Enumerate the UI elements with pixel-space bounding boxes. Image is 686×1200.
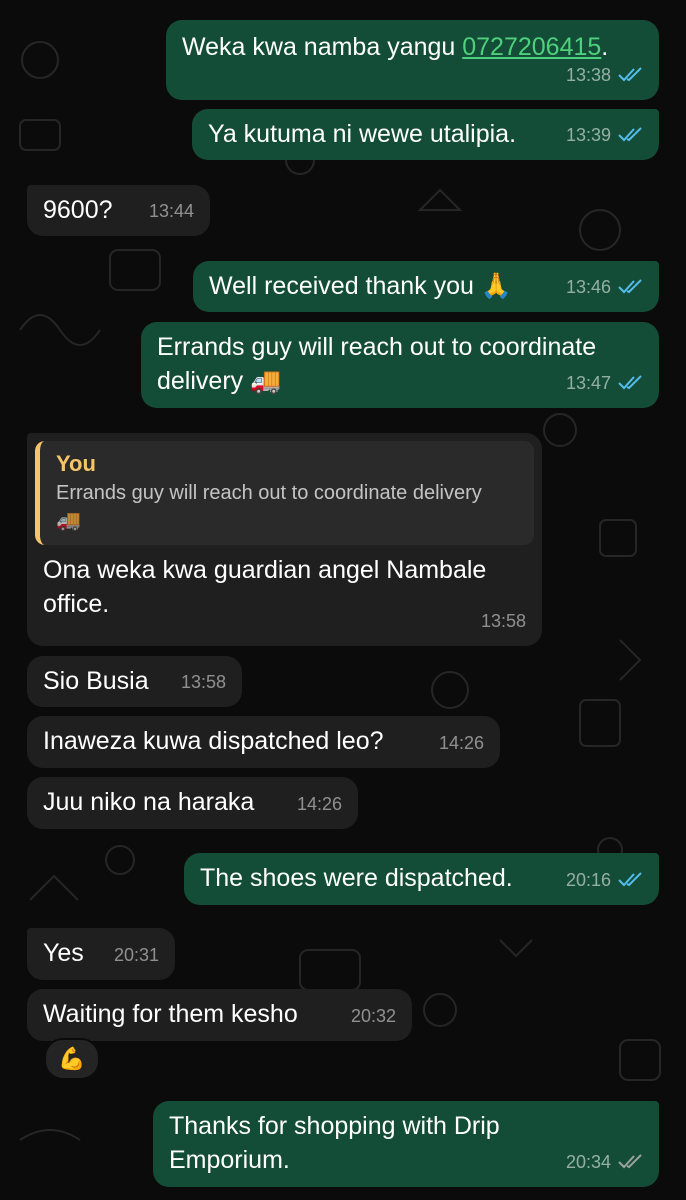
timestamp: 14:26 [296, 794, 342, 814]
message-text: Weka kwa namba yangu 0727206415. [182, 33, 609, 61]
message-incoming[interactable]: 9600? 13:44 [27, 185, 210, 236]
message-incoming[interactable]: Sio Busia 13:58 [27, 656, 242, 707]
message-text-line: Thanks for shopping with Drip [169, 1112, 500, 1140]
read-double-check-icon [618, 375, 642, 390]
message-meta: 13:44 [149, 194, 194, 228]
timestamp: 13:46 [565, 277, 611, 297]
timestamp: 13:47 [565, 373, 611, 393]
message-text: 9600? [43, 196, 113, 224]
timestamp: 13:39 [565, 125, 611, 145]
delivered-double-check-icon [618, 1154, 642, 1169]
message-meta: 20:16 [566, 863, 643, 897]
message-meta: 13:38 [566, 58, 643, 92]
message-meta: 13:46 [566, 270, 643, 304]
message-text-line: office. [43, 590, 110, 618]
read-double-check-icon [618, 127, 642, 142]
read-double-check-icon [618, 279, 642, 294]
message-text: Ya kutuma ni wewe utalipia. [208, 120, 517, 148]
message-text: Inaweza kuwa dispatched leo? [43, 727, 384, 755]
quote-author: You [56, 451, 96, 476]
message-text: The shoes were dispatched. [200, 864, 513, 892]
message-outgoing[interactable]: The shoes were dispatched. 20:16 [184, 853, 659, 905]
message-meta: 13:47 [566, 366, 643, 400]
message-outgoing[interactable]: Well received thank you 🙏 13:46 [193, 261, 659, 312]
message-text: Well received thank you 🙏 [209, 272, 513, 300]
message-incoming[interactable]: Inaweza kuwa dispatched leo? 14:26 [27, 716, 500, 768]
message-text-line: Ona weka kwa guardian angel Nambale [43, 556, 487, 584]
read-double-check-icon [618, 872, 642, 887]
message-meta: 20:31 [114, 938, 159, 972]
message-incoming[interactable]: Juu niko na haraka 14:26 [27, 777, 358, 829]
quote-text: Errands guy will reach out to coordinate… [56, 482, 482, 504]
timestamp: 20:16 [565, 870, 611, 890]
timestamp: 13:44 [148, 201, 194, 221]
message-meta: 13:58 [481, 604, 526, 638]
message-meta: 14:26 [439, 726, 484, 760]
timestamp: 13:58 [180, 672, 226, 692]
message-meta: 13:39 [566, 118, 643, 152]
reaction-badge[interactable]: 💪 [44, 1038, 100, 1080]
message-meta: 20:34 [566, 1145, 643, 1179]
message-outgoing[interactable]: Thanks for shopping with Drip Emporium. … [153, 1101, 659, 1187]
message-incoming[interactable]: Yes 20:31 [27, 928, 175, 980]
timestamp: 20:34 [565, 1152, 611, 1172]
timestamp: 14:26 [438, 733, 484, 753]
quote-text: 🚚 [56, 510, 81, 532]
phone-number-link[interactable]: 0727206415 [462, 33, 601, 61]
quoted-message[interactable]: You Errands guy will reach out to coordi… [35, 441, 534, 545]
message-meta: 14:26 [297, 787, 342, 821]
message-text: Yes [43, 939, 84, 967]
message-incoming-reply[interactable]: You Errands guy will reach out to coordi… [27, 433, 542, 646]
timestamp: 13:58 [480, 611, 526, 631]
read-double-check-icon [618, 67, 642, 82]
timestamp: 13:38 [565, 65, 611, 85]
message-text: Waiting for them kesho [43, 1000, 298, 1028]
flexed-biceps-emoji: 💪 [58, 1046, 86, 1071]
message-outgoing[interactable]: Weka kwa namba yangu 0727206415. 13:38 [166, 20, 659, 100]
message-outgoing[interactable]: Ya kutuma ni wewe utalipia. 13:39 [192, 109, 659, 160]
message-incoming[interactable]: Waiting for them kesho 20:32 [27, 989, 412, 1041]
message-text: Sio Busia [43, 667, 149, 695]
timestamp: 20:31 [113, 945, 159, 965]
message-meta: 13:58 [181, 665, 226, 699]
message-text-line: Errands guy will reach out to coordinate [157, 333, 597, 361]
message-text: Juu niko na haraka [43, 788, 255, 816]
message-outgoing[interactable]: Errands guy will reach out to coordinate… [141, 322, 659, 408]
message-meta: 20:32 [351, 999, 396, 1033]
timestamp: 20:32 [350, 1006, 396, 1026]
